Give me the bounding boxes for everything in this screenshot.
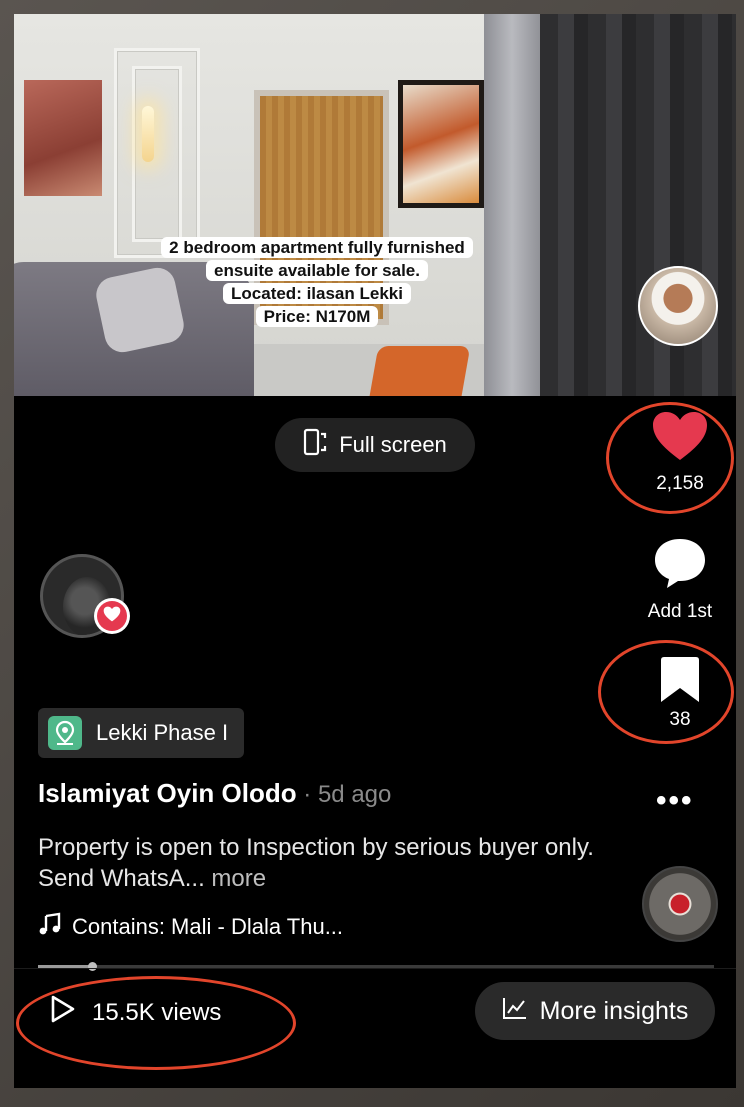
wall-panel-inner [132,66,182,242]
app-screen: 2 bedroom apartment fully furnished ensu… [14,14,736,1088]
wall-lamp [142,106,154,162]
creator-avatar[interactable] [638,266,718,346]
wall-art-left [24,80,102,196]
comment-button[interactable]: Add 1st [630,536,730,623]
chart-icon [502,996,528,1027]
author-row: Islamiyat Oyin Olodo · 5d ago [38,778,391,809]
wall-art-right [398,80,484,208]
music-note-icon [38,912,62,942]
video-player[interactable]: 2 bedroom apartment fully furnished ensu… [14,14,736,396]
music-info[interactable]: Contains: Mali - Dlala Thu... [38,912,343,942]
annotation-circle-views [16,976,296,1070]
location-label: Lekki Phase I [96,720,229,745]
progress-handle[interactable] [88,962,98,971]
age-separator: · [296,781,318,808]
more-insights-label: More insights [539,996,689,1025]
annotation-circle-saves [598,640,734,744]
location-tag[interactable]: Lekki Phase I [38,708,245,758]
sound-avatar[interactable] [642,866,718,942]
description-text: Property is open to Inspection by seriou… [38,834,594,892]
dark-curtain [540,14,736,396]
orange-chair [369,346,471,396]
caption-line-1: 2 bedroom apartment fully furnished [161,237,473,258]
more-link[interactable]: more [205,865,266,892]
post-age: 5d ago [317,781,392,808]
heart-badge-icon [103,606,121,627]
caption-line-3: Located: ilasan Lekki [223,283,411,304]
annotation-circle-likes [606,402,734,514]
post-description[interactable]: Property is open to Inspection by seriou… [38,832,598,894]
footer-divider [14,968,736,969]
fullscreen-icon [303,428,329,462]
comment-bubble-icon [652,539,708,594]
caption-line-2: ensuite available for sale. [206,260,428,281]
video-caption: 2 bedroom apartment fully furnished ensu… [148,236,486,328]
caption-line-4: Price: N170M [255,306,379,327]
full-screen-button[interactable]: Full screen [275,418,475,472]
comment-label: Add 1st [647,601,713,622]
liked-badge [94,598,130,634]
music-label: Contains: Mali - Dlala Thu... [72,914,344,939]
full-screen-label: Full screen [339,432,447,457]
location-pin-icon [48,716,82,750]
more-options-icon[interactable]: ••• [656,784,694,818]
author-name[interactable]: Islamiyat Oyin Olodo [38,778,297,808]
more-insights-button[interactable]: More insights [475,982,715,1040]
